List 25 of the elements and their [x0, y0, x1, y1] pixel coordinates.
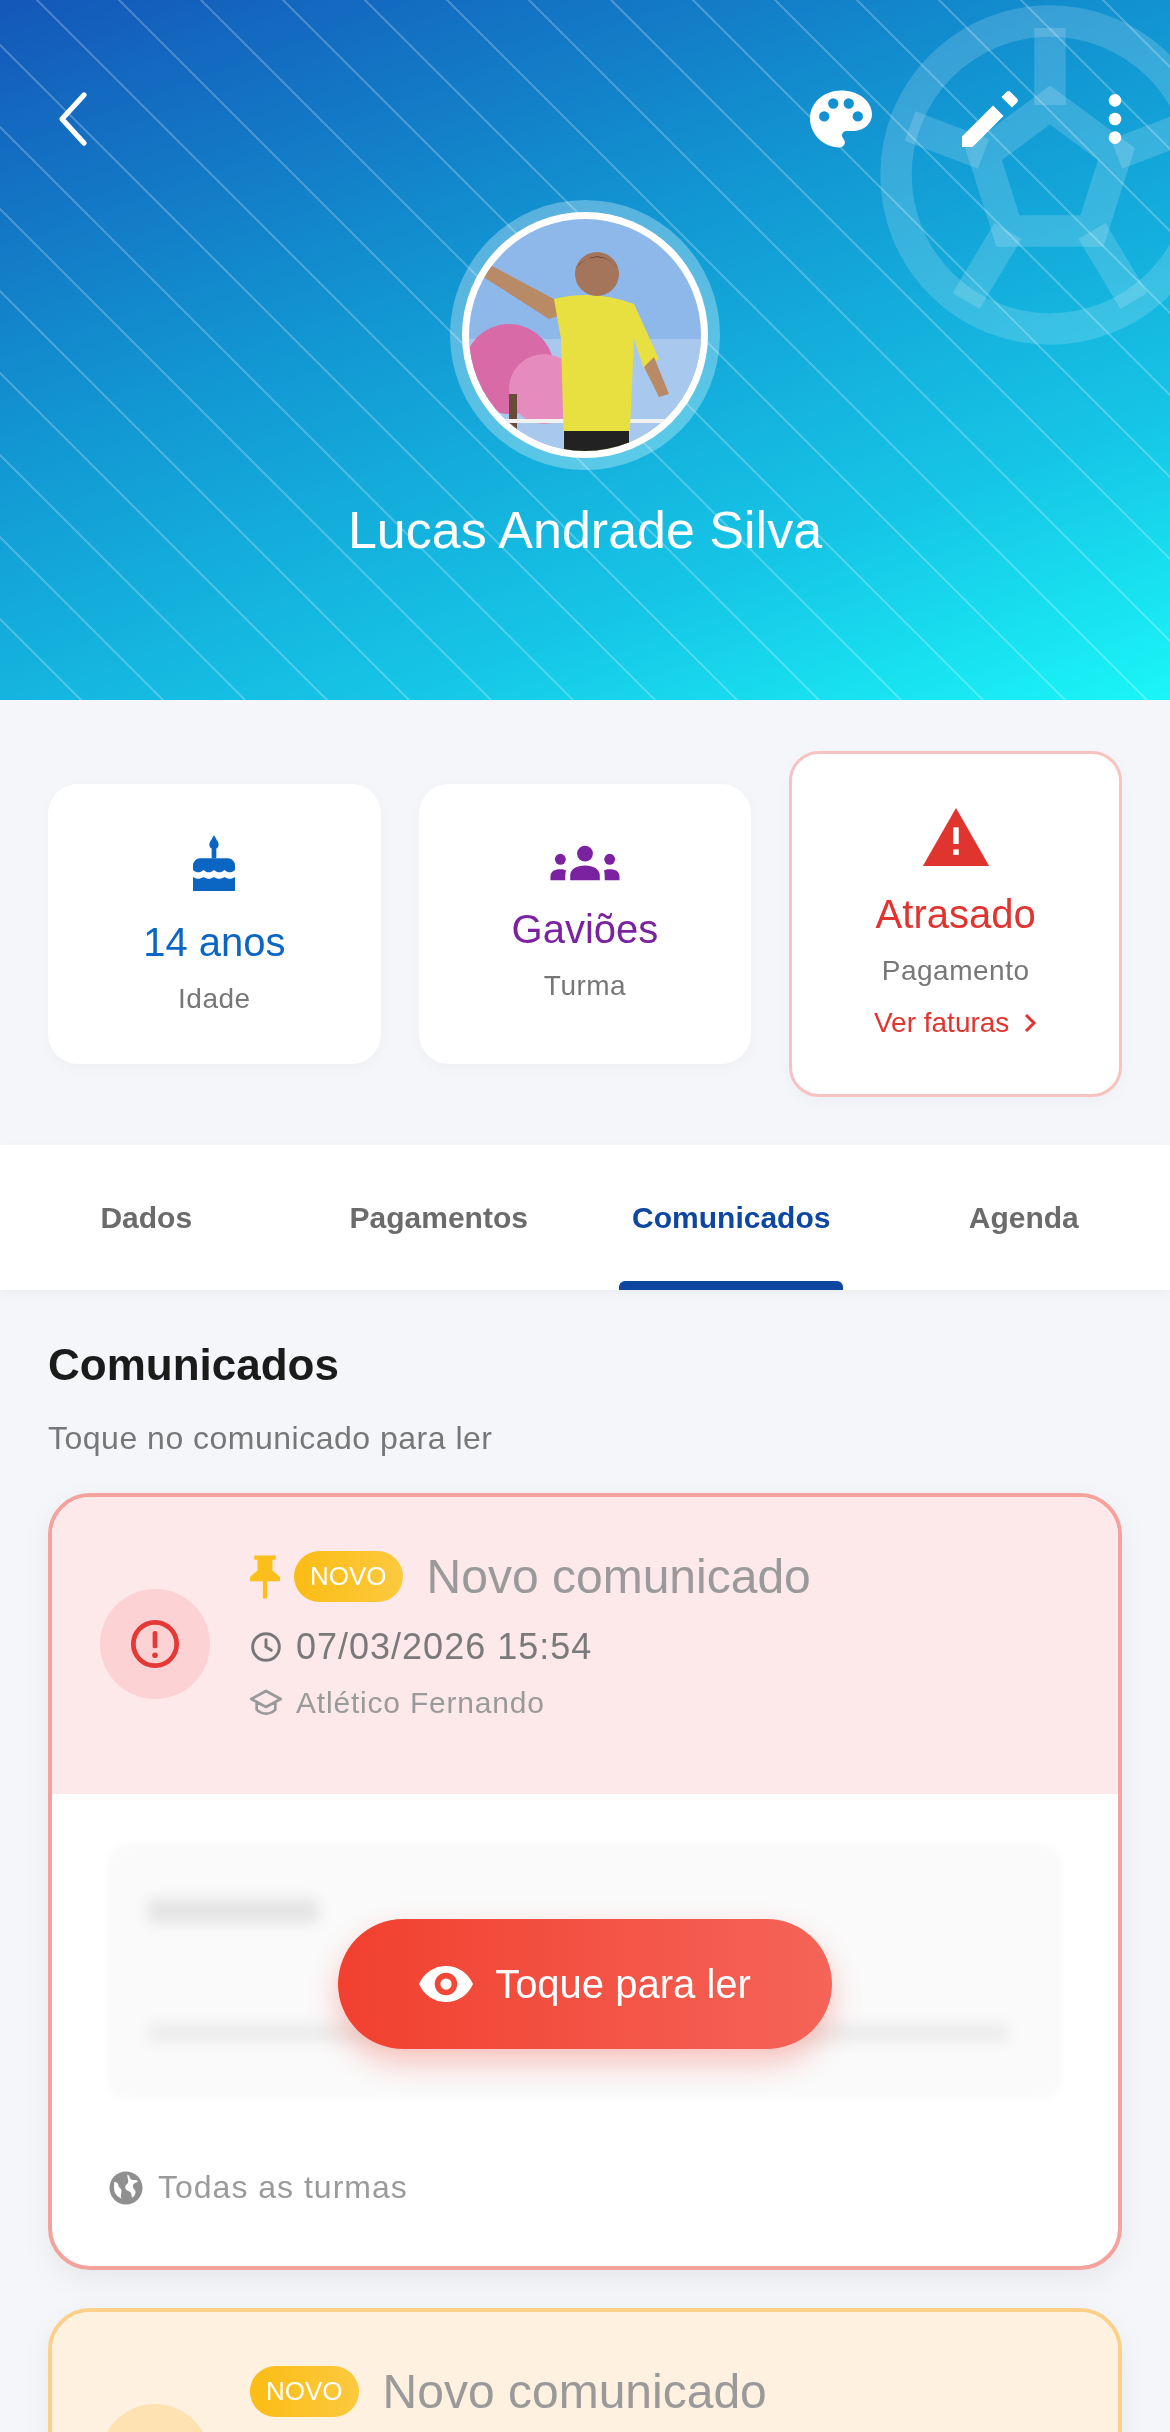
profile-name: Lucas Andrade Silva: [347, 500, 823, 560]
stat-value: Gaviões: [511, 907, 659, 952]
invoices-link[interactable]: Ver faturas: [873, 1007, 1038, 1039]
announcement-card[interactable]: NOVO Novo comunicado 07/03/2026 15:54 Atlético Fernando Toque para ler Todas as turmas: [48, 1493, 1122, 2270]
announcement-author: Atlético Fernando: [296, 1686, 545, 1720]
tab[interactable]: Pagamentos: [292, 1145, 585, 1290]
announcement-date: 07/03/2026 15:54: [296, 1626, 593, 1668]
tab[interactable]: Comunicados: [585, 1145, 878, 1290]
stat-card[interactable]: Atrasado Pagamento Ver faturas: [789, 750, 1122, 1097]
stat-label: Idade: [178, 983, 251, 1015]
audience-label: Todas as turmas: [158, 2169, 408, 2206]
announcement-card[interactable]: NOVO Novo comunicado: [48, 2308, 1122, 2432]
announcement-title: Novo comunicado: [382, 2364, 767, 2419]
announcement-title: Novo comunicado: [426, 1549, 811, 1604]
tab[interactable]: Dados: [0, 1145, 293, 1290]
tab[interactable]: Agenda: [877, 1145, 1170, 1290]
stat-value: Atrasado: [875, 892, 1036, 937]
new-badge: NOVO: [250, 2366, 359, 2417]
stat-value: 14 anos: [143, 920, 286, 965]
new-badge: NOVO: [294, 1551, 403, 1602]
stat-label: Turma: [543, 970, 627, 1002]
stat-label: Pagamento: [881, 955, 1030, 987]
section-subtitle: Toque no comunicado para ler: [48, 1420, 494, 1457]
section-title: Comunicados: [48, 1340, 340, 1390]
read-button[interactable]: Toque para ler: [338, 1919, 832, 2049]
